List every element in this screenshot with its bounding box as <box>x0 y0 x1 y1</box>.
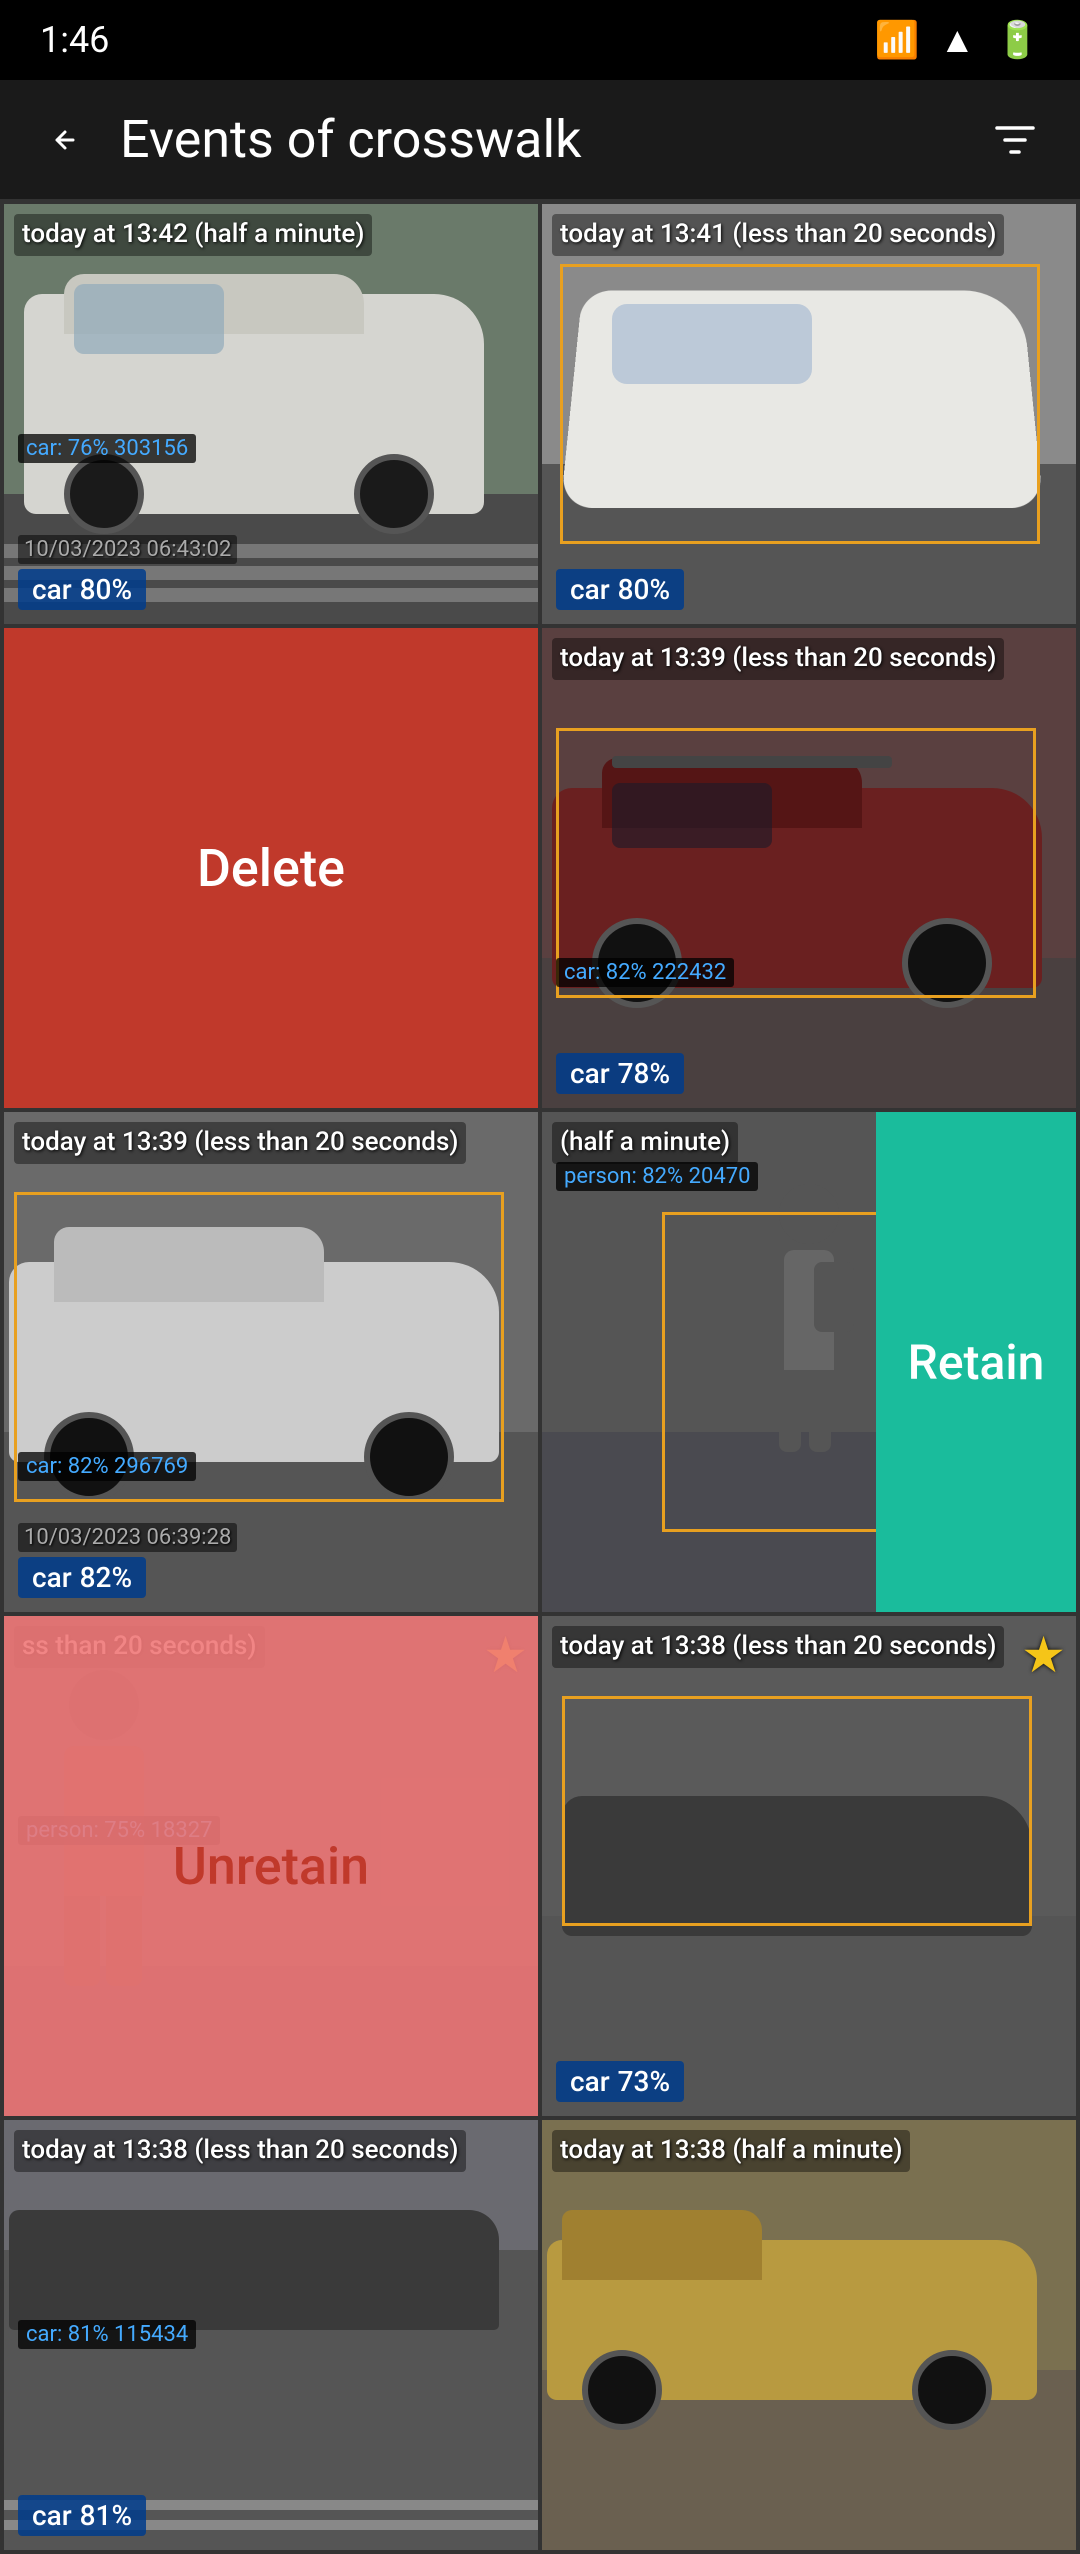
status-bar: 1:46 📶 ▲ 🔋 <box>0 0 1080 80</box>
event-timestamp: today at 13:39 (less than 20 seconds) <box>552 638 1004 680</box>
label-badge: car 82% <box>18 1557 146 1598</box>
event-timestamp: (half a minute) <box>552 1122 738 1164</box>
events-grid: today at 13:42 (half a minute) car: 76% … <box>0 200 1080 2554</box>
conf-tag: car: 76% 303156 <box>18 434 196 463</box>
page-title: Events of crosswalk <box>120 109 980 170</box>
event-card[interactable]: today at 13:41 (less than 20 seconds) ca… <box>542 204 1076 624</box>
toolbar: Events of crosswalk <box>0 80 1080 200</box>
label-badge: car 80% <box>556 569 684 610</box>
swipe-delete-action: Delete <box>4 628 538 1108</box>
label-badge: car 78% <box>556 1053 684 1094</box>
event-timestamp: today at 13:38 (less than 20 seconds) <box>14 2130 466 2172</box>
event-timestamp: today at 13:39 (less than 20 seconds) <box>14 1122 466 1164</box>
event-card[interactable]: today at 13:38 (half a minute) <box>542 2120 1076 2550</box>
status-bar-left: 1:46 <box>40 19 109 61</box>
date-badge: 10/03/2023 06:39:28 <box>18 1523 237 1552</box>
event-card[interactable]: ss than 20 seconds) ★ person: 75% 18327 … <box>4 1616 538 2116</box>
swipe-retain-partial: Retain <box>876 1112 1076 1612</box>
event-timestamp: today at 13:38 (less than 20 seconds) <box>552 1626 1004 1668</box>
event-timestamp: today at 13:38 (half a minute) <box>552 2130 910 2172</box>
event-card[interactable]: Delete <box>4 628 538 1108</box>
back-button[interactable] <box>30 105 100 175</box>
status-time: 1:46 <box>40 19 109 61</box>
event-card[interactable]: today at 13:38 (less than 20 seconds) ★ … <box>542 1616 1076 2116</box>
status-bar-right: 📶 ▲ 🔋 <box>875 19 1040 61</box>
event-card[interactable]: (half a minute) person: 82% 20470 Retain <box>542 1112 1076 1612</box>
star-icon: ★ <box>1021 1626 1066 1685</box>
sim-icon: 📶 <box>875 19 920 61</box>
conf-tag: car: 82% 296769 <box>18 1452 196 1481</box>
battery-icon: 🔋 <box>995 19 1040 61</box>
event-timestamp: today at 13:42 (half a minute) <box>14 214 372 256</box>
label-badge: car 73% <box>556 2061 684 2102</box>
event-card[interactable]: today at 13:39 (less than 20 seconds) ca… <box>542 628 1076 1108</box>
date-badge: 10/03/2023 06:43:02 <box>18 535 237 564</box>
label-badge: car 81% <box>18 2495 146 2536</box>
wifi-icon: ▲ <box>940 19 976 61</box>
event-timestamp: today at 13:41 (less than 20 seconds) <box>552 214 1004 256</box>
conf-tag: car: 81% 115434 <box>18 2320 196 2349</box>
label-badge: car 80% <box>18 569 146 610</box>
event-card[interactable]: today at 13:39 (less than 20 seconds) ca… <box>4 1112 538 1612</box>
swipe-unretain-action: Unretain <box>4 1616 538 2116</box>
conf-tag: car: 82% 222432 <box>556 958 734 987</box>
event-card[interactable]: today at 13:38 (less than 20 seconds) ca… <box>4 2120 538 2550</box>
event-card[interactable]: today at 13:42 (half a minute) car: 76% … <box>4 204 538 624</box>
filter-button[interactable] <box>980 105 1050 175</box>
conf-tag: person: 82% 20470 <box>556 1162 758 1191</box>
